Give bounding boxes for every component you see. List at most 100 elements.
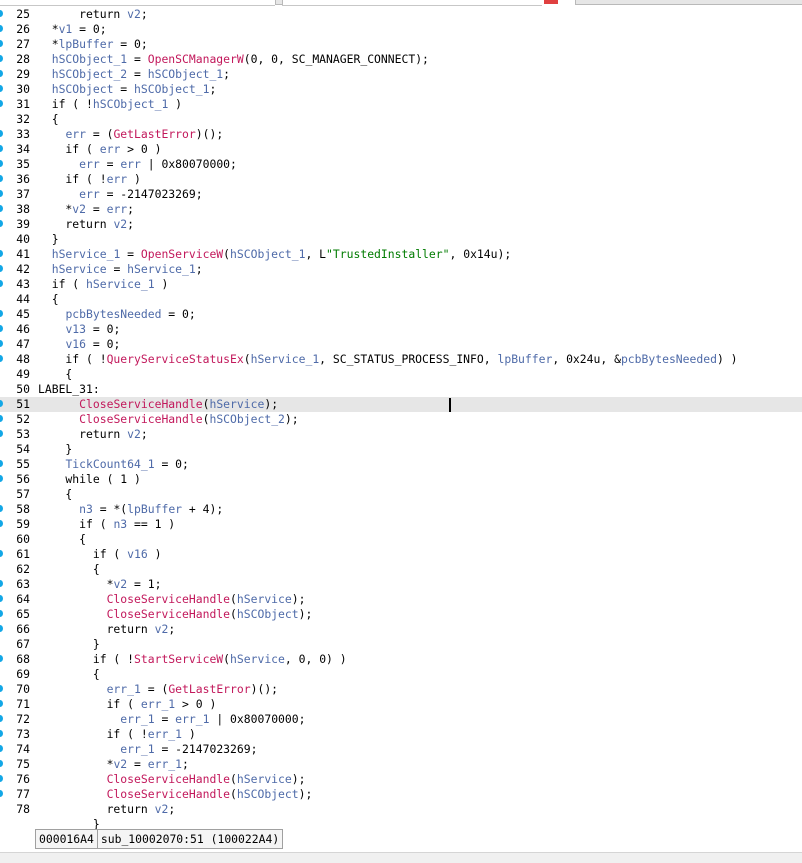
breakpoint-marker-icon[interactable] xyxy=(0,100,4,108)
code-line[interactable]: 66 return v2; xyxy=(0,622,802,637)
code-line[interactable]: 48 if ( !QueryServiceStatusEx(hService_1… xyxy=(0,352,802,367)
breakpoint-marker-icon[interactable] xyxy=(0,700,4,708)
code-line[interactable]: 36 if ( !err ) xyxy=(0,172,802,187)
breakpoint-marker-icon[interactable] xyxy=(0,430,4,438)
code-line[interactable]: 37 err = -2147023269; xyxy=(0,187,802,202)
code-line[interactable]: 49 { xyxy=(0,367,802,382)
breakpoint-marker-icon[interactable] xyxy=(0,745,4,753)
code-line[interactable]: 69 { xyxy=(0,667,802,682)
code-line[interactable]: 30 hSCObject = hSCObject_1; xyxy=(0,82,802,97)
code-line[interactable]: 32 { xyxy=(0,112,802,127)
breakpoint-marker-icon[interactable] xyxy=(0,130,4,138)
breakpoint-marker-icon[interactable] xyxy=(0,160,4,168)
code-line[interactable]: 74 err_1 = -2147023269; xyxy=(0,742,802,757)
code-line[interactable]: 41 hService_1 = OpenServiceW(hSCObject_1… xyxy=(0,247,802,262)
breakpoint-marker-icon[interactable] xyxy=(0,475,4,483)
code-line[interactable]: 62 { xyxy=(0,562,802,577)
breakpoint-marker-icon[interactable] xyxy=(0,610,4,618)
breakpoint-marker-icon[interactable] xyxy=(0,175,4,183)
breakpoint-marker-icon[interactable] xyxy=(0,190,4,198)
code-line[interactable]: 25 return v2; xyxy=(0,7,802,22)
breakpoint-marker-icon[interactable] xyxy=(0,715,4,723)
code-line[interactable]: 73 if ( !err_1 ) xyxy=(0,727,802,742)
code-line[interactable]: 71 if ( err_1 > 0 ) xyxy=(0,697,802,712)
breakpoint-marker-icon[interactable] xyxy=(0,625,4,633)
code-line[interactable]: 77 CloseServiceHandle(hSCObject); xyxy=(0,787,802,802)
breakpoint-marker-icon[interactable] xyxy=(0,790,4,798)
code-line[interactable]: 26 *v1 = 0; xyxy=(0,22,802,37)
breakpoint-marker-icon[interactable] xyxy=(0,775,4,783)
code-line[interactable]: 27 *lpBuffer = 0; xyxy=(0,37,802,52)
breakpoint-marker-icon[interactable] xyxy=(0,340,4,348)
breakpoint-marker-icon[interactable] xyxy=(0,250,4,258)
breakpoint-marker-icon[interactable] xyxy=(0,145,4,153)
code-line[interactable]: 67 } xyxy=(0,637,802,652)
code-line[interactable]: 76 CloseServiceHandle(hService); xyxy=(0,772,802,787)
breakpoint-marker-icon[interactable] xyxy=(0,505,4,513)
code-line[interactable]: 38 *v2 = err; xyxy=(0,202,802,217)
breakpoint-marker-icon[interactable] xyxy=(0,520,4,528)
code-line[interactable]: 78 return v2; xyxy=(0,802,802,817)
breakpoint-marker-icon[interactable] xyxy=(0,685,4,693)
breakpoint-marker-icon[interactable] xyxy=(0,355,4,363)
breakpoint-marker-icon[interactable] xyxy=(0,760,4,768)
code-line[interactable]: 31 if ( !hSCObject_1 ) xyxy=(0,97,802,112)
code-line[interactable]: 44 { xyxy=(0,292,802,307)
breakpoint-marker-icon[interactable] xyxy=(0,25,4,33)
code-line[interactable]: 45 pcbBytesNeeded = 0; xyxy=(0,307,802,322)
code-line[interactable]: 70 err_1 = (GetLastError)(); xyxy=(0,682,802,697)
code-line[interactable]: 68 if ( !StartServiceW(hService, 0, 0) ) xyxy=(0,652,802,667)
code-line[interactable]: 34 if ( err > 0 ) xyxy=(0,142,802,157)
breakpoint-marker-icon[interactable] xyxy=(0,70,4,78)
code-line[interactable]: 65 CloseServiceHandle(hSCObject); xyxy=(0,607,802,622)
code-line[interactable]: 33 err = (GetLastError)(); xyxy=(0,127,802,142)
code-line[interactable]: 58 n3 = *(lpBuffer + 4); xyxy=(0,502,802,517)
breakpoint-marker-icon[interactable] xyxy=(0,550,4,558)
code-line[interactable]: 29 hSCObject_2 = hSCObject_1; xyxy=(0,67,802,82)
breakpoint-marker-icon[interactable] xyxy=(0,595,4,603)
code-line[interactable]: 42 hService = hService_1; xyxy=(0,262,802,277)
breakpoint-marker-icon[interactable] xyxy=(0,40,4,48)
code-line[interactable]: 35 err = err | 0x80070000; xyxy=(0,157,802,172)
breakpoint-marker-icon[interactable] xyxy=(0,265,4,273)
breakpoint-marker-icon[interactable] xyxy=(0,415,4,423)
breakpoint-marker-icon[interactable] xyxy=(0,280,4,288)
breakpoint-marker-icon[interactable] xyxy=(0,55,4,63)
code-line[interactable]: 59 if ( n3 == 1 ) xyxy=(0,517,802,532)
breakpoint-marker-icon[interactable] xyxy=(0,460,4,468)
code-line[interactable]: 39 return v2; xyxy=(0,217,802,232)
tab-pseudocode[interactable] xyxy=(575,0,802,5)
code-line[interactable]: 40 } xyxy=(0,232,802,247)
breakpoint-marker-icon[interactable] xyxy=(0,10,4,18)
code-line[interactable]: 51 CloseServiceHandle(hService); xyxy=(0,397,802,412)
breakpoint-marker-icon[interactable] xyxy=(0,205,4,213)
code-line[interactable]: 28 hSCObject_1 = OpenSCManagerW(0, 0, SC… xyxy=(0,52,802,67)
code-line[interactable]: 57 { xyxy=(0,487,802,502)
code-line[interactable]: 52 CloseServiceHandle(hSCObject_2); xyxy=(0,412,802,427)
code-line[interactable]: 50 LABEL_31: xyxy=(0,382,802,397)
code-line[interactable]: 60 { xyxy=(0,532,802,547)
breakpoint-marker-icon[interactable] xyxy=(0,580,4,588)
code-line[interactable]: 43 if ( hService_1 ) xyxy=(0,277,802,292)
code-line[interactable]: 47 v16 = 0; xyxy=(0,337,802,352)
pseudocode-view[interactable]: 25 return v2; 26 *v1 = 0; 27 *lpBuffer = 0… xyxy=(0,7,802,832)
code-line[interactable]: 54 } xyxy=(0,442,802,457)
breakpoint-marker-icon[interactable] xyxy=(0,400,4,408)
code-line[interactable]: 53 return v2; xyxy=(0,427,802,442)
breakpoint-marker-icon[interactable] xyxy=(0,310,4,318)
code-line[interactable]: 55 TickCount64_1 = 0; xyxy=(0,457,802,472)
code-line[interactable]: 61 if ( v16 ) xyxy=(0,547,802,562)
close-tab-icon[interactable] xyxy=(544,0,558,4)
breakpoint-marker-icon[interactable] xyxy=(0,730,4,738)
horizontal-scrollbar[interactable] xyxy=(0,852,802,863)
code-line[interactable]: 56 while ( 1 ) xyxy=(0,472,802,487)
breakpoint-marker-icon[interactable] xyxy=(0,220,4,228)
code-line[interactable]: 75 *v2 = err_1; xyxy=(0,757,802,772)
code-line[interactable]: 64 CloseServiceHandle(hService); xyxy=(0,592,802,607)
code-line[interactable]: 46 v13 = 0; xyxy=(0,322,802,337)
breakpoint-marker-icon[interactable] xyxy=(0,85,4,93)
code-line[interactable]: 72 err_1 = err_1 | 0x80070000; xyxy=(0,712,802,727)
breakpoint-marker-icon[interactable] xyxy=(0,325,4,333)
breakpoint-marker-icon[interactable] xyxy=(0,655,4,663)
code-line[interactable]: 63 *v2 = 1; xyxy=(0,577,802,592)
